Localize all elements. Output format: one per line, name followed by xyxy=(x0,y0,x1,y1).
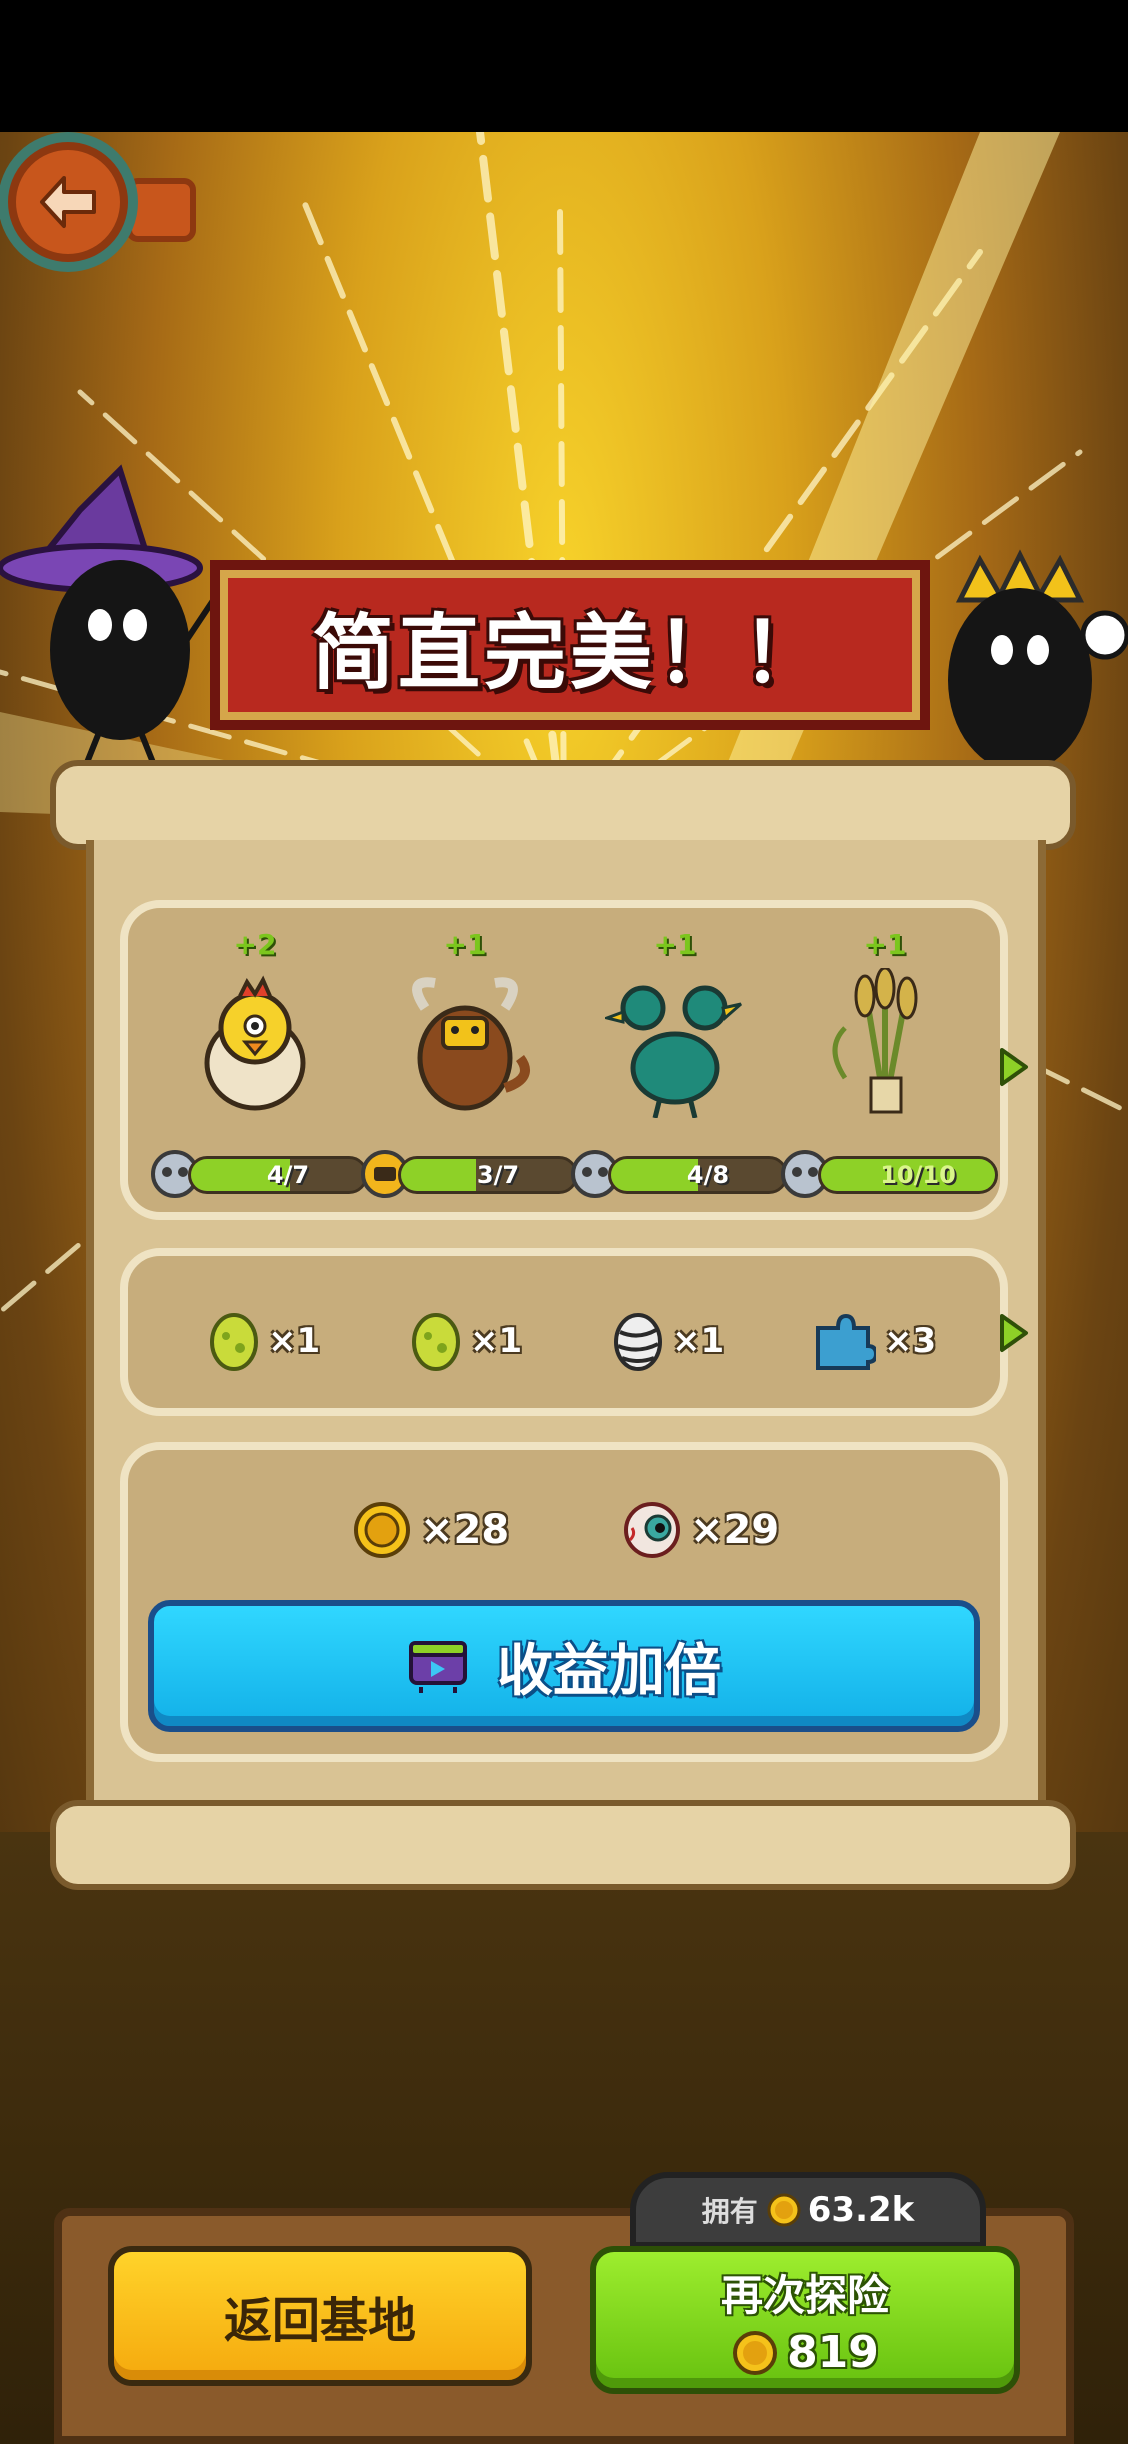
item-count: ×1 xyxy=(268,1321,321,1361)
collection-progress: 10/10 xyxy=(818,1156,998,1194)
tv-ad-icon xyxy=(409,1641,467,1693)
collection-progress: 3/7 xyxy=(398,1156,578,1194)
currency-panel: ×28 ×29 收益加倍 xyxy=(120,1442,1008,1762)
green-egg-icon xyxy=(210,1313,258,1371)
explore-cost: 819 xyxy=(731,2327,879,2378)
reward-item: ×1 xyxy=(612,1306,724,1376)
monster-gain: +1 xyxy=(653,928,697,961)
scroll-top-roll xyxy=(50,760,1076,850)
reward-currency: ×28 xyxy=(352,1490,509,1570)
reward-currency: ×29 xyxy=(622,1490,779,1570)
item-count: ×3 xyxy=(884,1321,937,1361)
two-headed-bird-icon xyxy=(605,985,742,1118)
items-panel: ×1 ×1 ×1 ×3 xyxy=(120,1248,1028,1416)
double-reward-button[interactable]: 收益加倍 xyxy=(148,1600,980,1732)
progress-text: 4/8 xyxy=(686,1161,730,1189)
progress-text: 3/7 xyxy=(476,1161,520,1189)
owned-value: 63.2k xyxy=(807,2190,915,2230)
monster-gain: +1 xyxy=(863,928,907,961)
yak-monster-icon xyxy=(412,977,530,1111)
gold-coin-icon xyxy=(767,2193,801,2227)
monster-card[interactable]: +1 4/8 xyxy=(571,928,788,1218)
back-arrow-icon xyxy=(40,176,96,228)
currency-count: ×29 xyxy=(690,1507,780,1553)
result-banner: 简直完美！！ xyxy=(210,560,930,730)
item-count: ×1 xyxy=(470,1321,523,1361)
monster-card[interactable]: +1 10/10 xyxy=(781,928,998,1218)
scroll-right-arrow-icon[interactable] xyxy=(998,1312,1030,1354)
scroll-bottom-roll xyxy=(50,1800,1076,1890)
gold-coin-icon xyxy=(354,1502,410,1558)
progress-text: 10/10 xyxy=(880,1161,956,1189)
item-count: ×1 xyxy=(672,1321,725,1361)
collection-progress: 4/7 xyxy=(188,1156,368,1194)
reward-item: ×1 xyxy=(410,1306,522,1376)
reward-item: ×3 xyxy=(810,1306,936,1376)
explore-again-label: 再次探险 xyxy=(720,2271,889,2320)
gold-coin-icon xyxy=(733,2330,778,2375)
progress-text: 4/7 xyxy=(266,1161,310,1189)
wheat-bundle-icon xyxy=(832,968,918,1114)
collection-progress: 4/8 xyxy=(608,1156,788,1194)
puzzle-piece-icon xyxy=(816,1313,876,1370)
explore-again-button[interactable]: 再次探险 819 xyxy=(590,2246,1020,2394)
owned-label: 拥有 xyxy=(701,2195,758,2228)
witch-mascot-icon xyxy=(0,464,223,780)
back-button-tab[interactable] xyxy=(126,178,196,242)
result-title: 简直完美！！ xyxy=(311,605,828,701)
back-button[interactable] xyxy=(8,142,128,262)
owned-coins: 拥有 63.2k xyxy=(630,2172,986,2248)
return-base-button[interactable]: 返回基地 xyxy=(108,2246,532,2386)
status-bar xyxy=(0,0,1128,132)
monster-card[interactable]: +1 3/7 xyxy=(361,928,578,1218)
double-reward-label: 收益加倍 xyxy=(497,1638,721,1704)
monster-gain: +2 xyxy=(233,928,277,961)
chick-egg-icon xyxy=(204,975,306,1111)
reward-item: ×1 xyxy=(208,1306,320,1376)
monster-gain: +1 xyxy=(443,928,487,961)
monster-card[interactable]: +2 4/7 xyxy=(151,928,368,1218)
green-egg-icon xyxy=(412,1313,460,1371)
scroll-right-arrow-icon[interactable] xyxy=(998,1046,1030,1088)
return-base-label: 返回基地 xyxy=(223,2293,416,2349)
currency-count: ×28 xyxy=(420,1507,510,1553)
eyeball-icon xyxy=(624,1502,680,1558)
striped-egg-icon xyxy=(614,1313,662,1371)
monsters-panel: +2 4/7 +1 3/7 +1 4/8 +1 10/10 xyxy=(120,900,1028,1220)
explore-cost-value: 819 xyxy=(787,2327,879,2378)
